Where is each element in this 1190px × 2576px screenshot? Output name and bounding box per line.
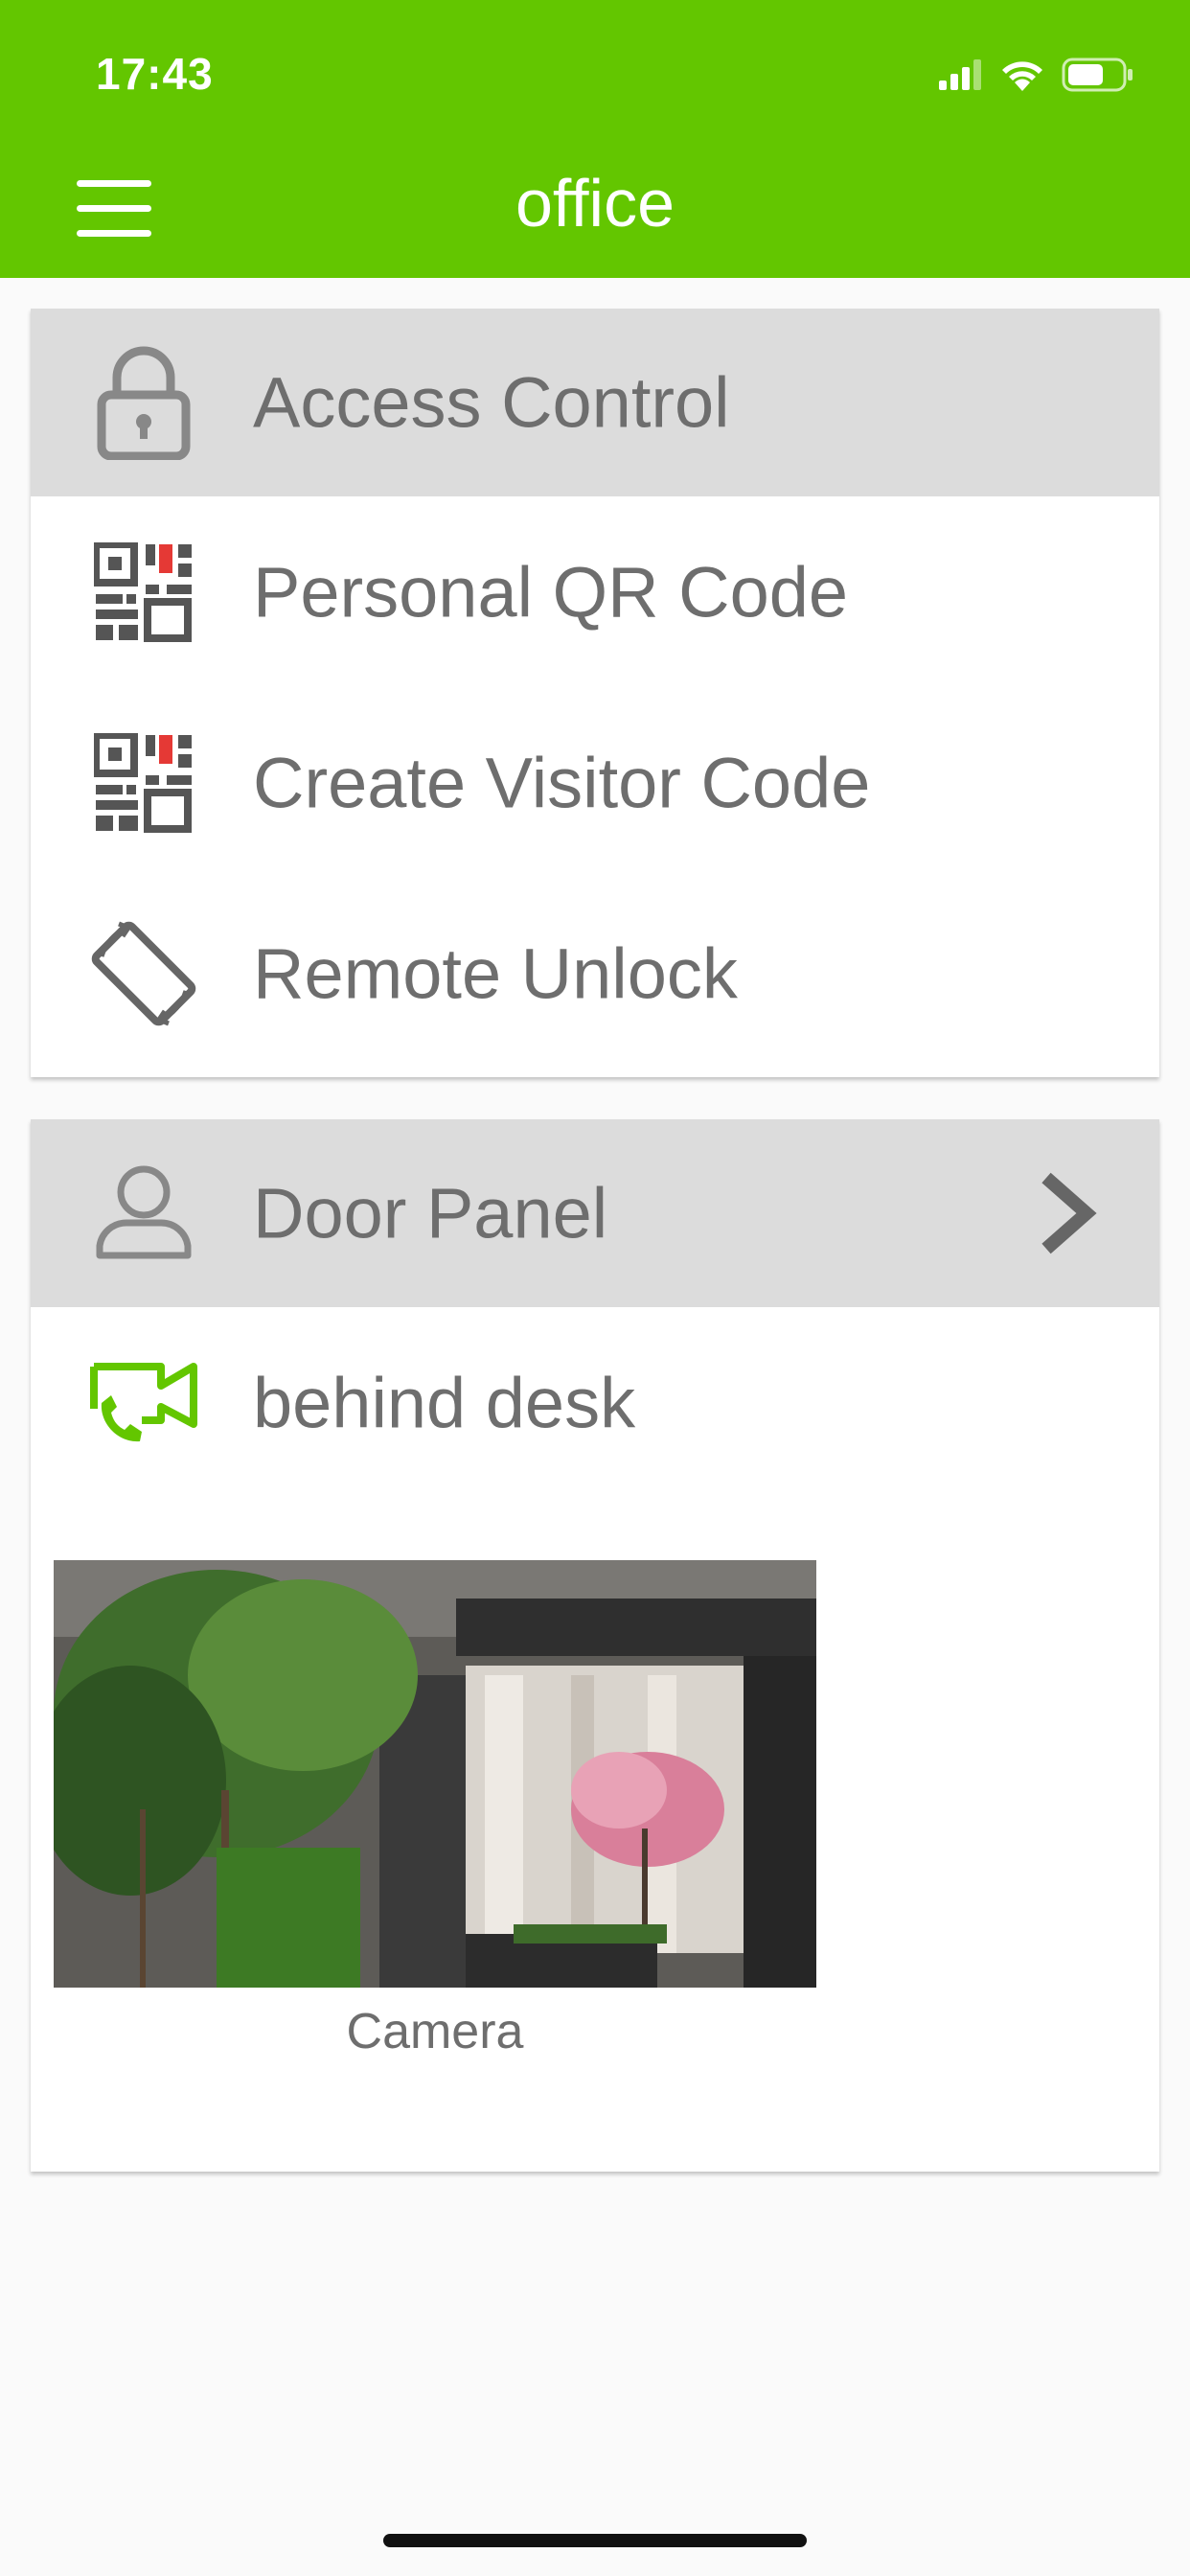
- rotate-device-icon: [84, 914, 203, 1033]
- home-indicator[interactable]: [383, 2534, 807, 2547]
- status-time: 17:43: [96, 49, 214, 99]
- signal-icon: [939, 59, 981, 90]
- status-icons: [939, 56, 1134, 94]
- door-panel-header[interactable]: Door Panel: [31, 1119, 1159, 1307]
- access-control-header: Access Control: [31, 309, 1159, 496]
- behind-desk-row[interactable]: behind desk: [31, 1307, 1159, 1498]
- camera-label: Camera: [346, 2004, 524, 2059]
- personal-qr-code-label: Personal QR Code: [253, 552, 849, 632]
- create-visitor-code-label: Create Visitor Code: [253, 743, 871, 822]
- app-header: 17:43 office: [0, 0, 1190, 278]
- person-icon: [84, 1154, 203, 1273]
- behind-desk-label: behind desk: [253, 1363, 636, 1442]
- remote-unlock-label: Remote Unlock: [253, 933, 738, 1013]
- remote-unlock-row[interactable]: Remote Unlock: [31, 878, 1159, 1069]
- access-control-title: Access Control: [253, 362, 730, 443]
- create-visitor-code-row[interactable]: Create Visitor Code: [31, 687, 1159, 878]
- qr-code-icon: [84, 533, 203, 652]
- door-panel-title: Door Panel: [253, 1173, 608, 1254]
- access-control-card: Access Control Personal QR Code Create V…: [31, 309, 1159, 1077]
- wifi-icon: [1002, 61, 1042, 91]
- chevron-right-icon[interactable]: [1033, 1170, 1100, 1256]
- video-call-icon: [84, 1344, 203, 1462]
- qr-code-icon: [84, 724, 203, 842]
- camera-thumbnail[interactable]: [54, 1560, 816, 1988]
- page-title: office: [515, 166, 675, 241]
- personal-qr-code-row[interactable]: Personal QR Code: [31, 496, 1159, 687]
- lock-icon: [84, 343, 203, 462]
- battery-icon: [1062, 58, 1133, 92]
